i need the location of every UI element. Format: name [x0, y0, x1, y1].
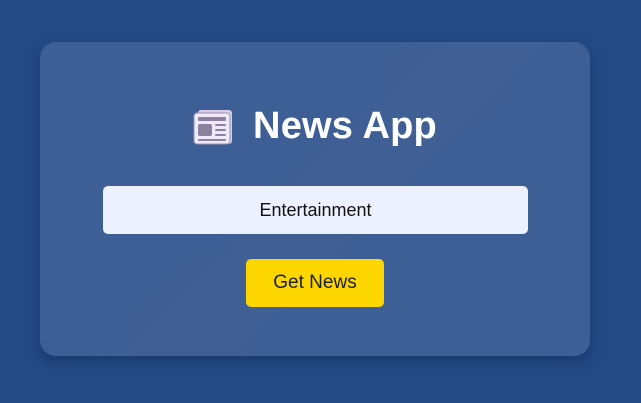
newspaper-icon	[193, 108, 235, 146]
category-input[interactable]	[103, 186, 528, 234]
news-card: News App Get News	[40, 42, 590, 356]
get-news-button[interactable]: Get News	[246, 259, 384, 307]
page-title: News App	[253, 105, 437, 147]
title-row: News App	[40, 104, 590, 148]
